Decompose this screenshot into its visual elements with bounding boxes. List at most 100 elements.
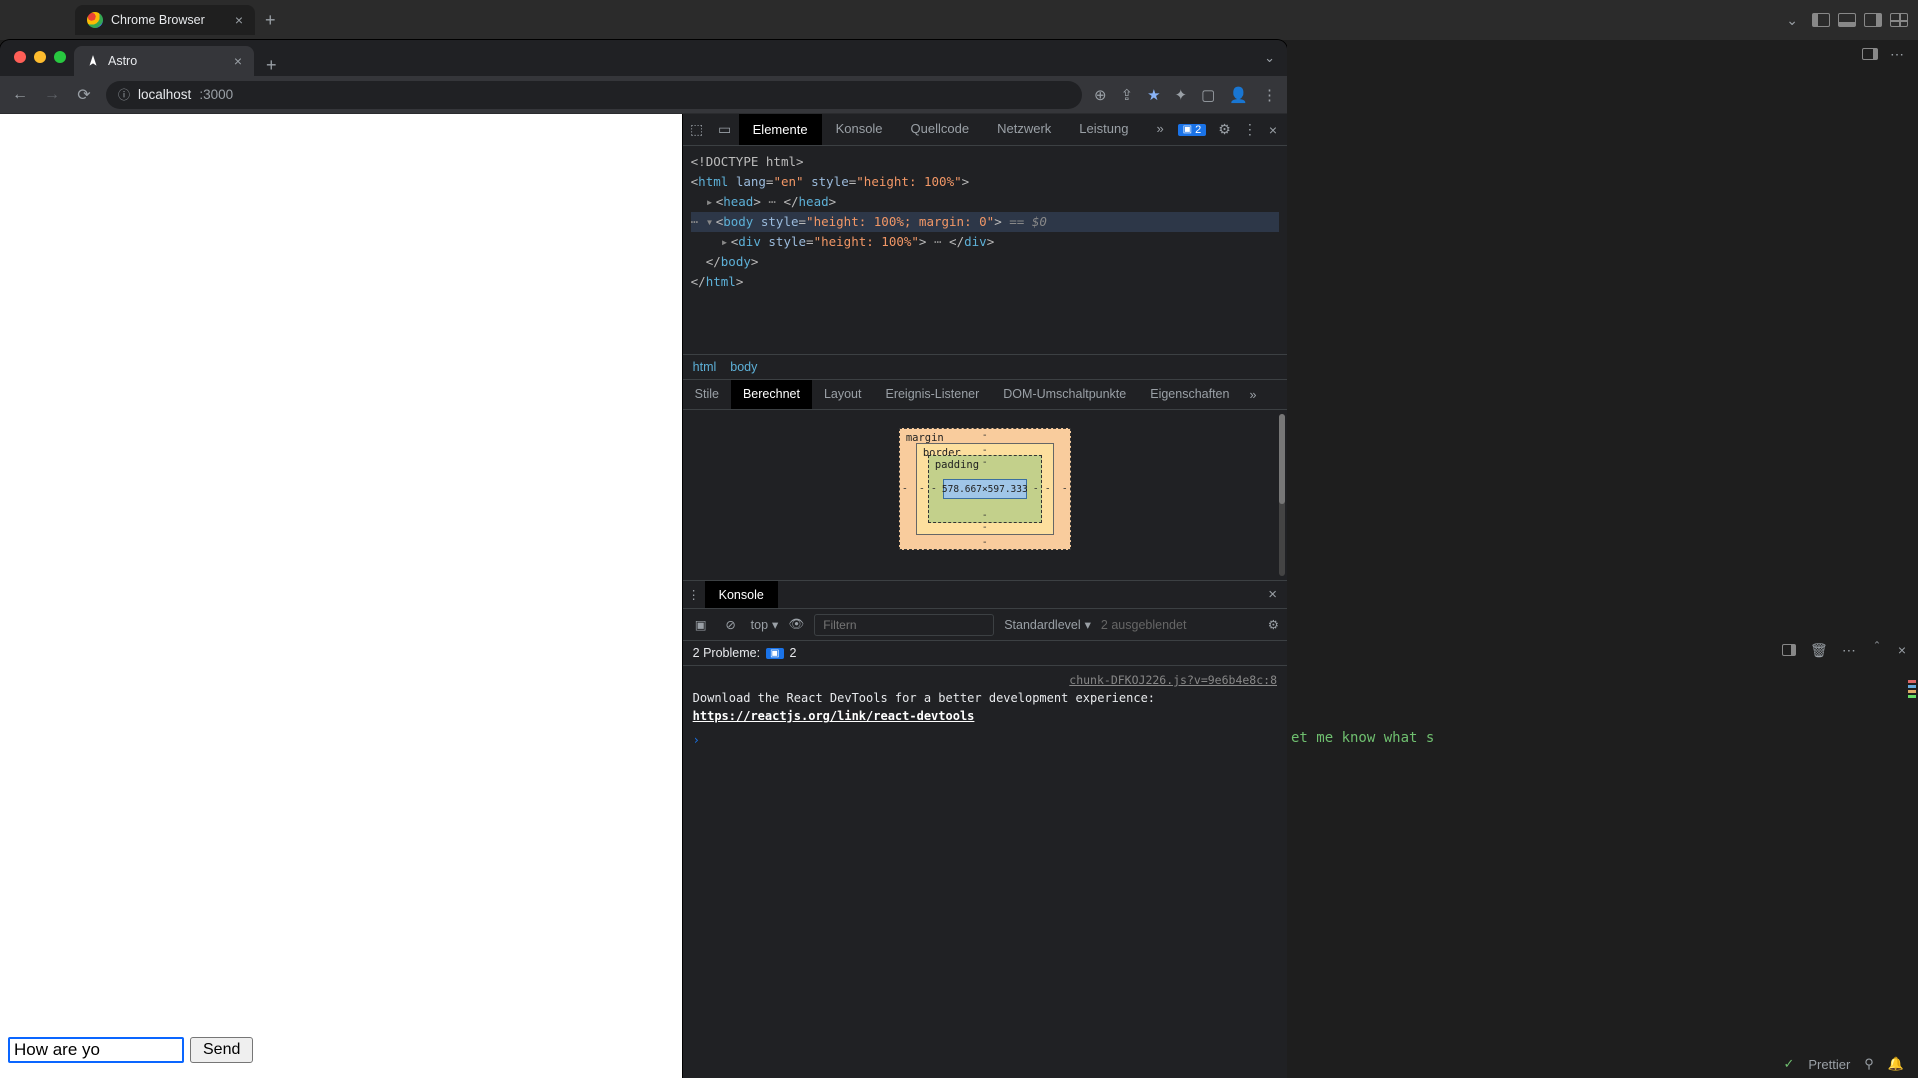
issues-badge[interactable]: 2	[1178, 124, 1207, 136]
problems-row[interactable]: 2 Probleme: ▣ 2	[683, 641, 1287, 666]
subtab-dom-breakpoints[interactable]: DOM-Umschaltpunkte	[991, 380, 1138, 409]
subtab-ereignis[interactable]: Ereignis-Listener	[873, 380, 991, 409]
tab-elemente[interactable]: Elemente	[739, 114, 822, 145]
traffic-lights	[14, 51, 66, 63]
address-bar[interactable]: ⓘ localhost :3000	[106, 81, 1082, 109]
tab-leistung[interactable]: Leistung	[1065, 114, 1142, 145]
back-button[interactable]: ←	[10, 86, 30, 104]
crumb-html[interactable]: html	[693, 360, 717, 374]
browser-toolbar: ← → ⟳ ⓘ localhost :3000 ⊕ ⇪ ★ ✦ ▢ 👤 ⋮	[0, 76, 1287, 114]
browser-tab-title: Astro	[108, 54, 137, 68]
kebab-menu-icon[interactable]: ⋮	[1262, 86, 1277, 104]
address-port: :3000	[199, 87, 233, 102]
subtabs-overflow[interactable]: »	[1241, 388, 1264, 402]
console-prompt[interactable]: ›	[693, 725, 1277, 749]
subtab-stile[interactable]: Stile	[683, 380, 731, 409]
subtab-eigenschaften[interactable]: Eigenschaften	[1138, 380, 1241, 409]
close-icon[interactable]: ×	[1258, 586, 1287, 603]
host-tab-chrome[interactable]: Chrome Browser ×	[75, 5, 255, 35]
close-icon[interactable]: ×	[1898, 642, 1906, 658]
forward-button[interactable]: →	[42, 86, 62, 104]
tab-konsole[interactable]: Konsole	[822, 114, 897, 145]
chevron-up-icon[interactable]: ＾	[1870, 640, 1884, 660]
address-host: localhost	[138, 87, 191, 102]
new-tab-button[interactable]: +	[254, 55, 289, 76]
box-model-panel: margin - - - - border - - - - padding	[683, 410, 1287, 580]
box-model-padding[interactable]: padding - - - - 578.667×597.333	[928, 455, 1042, 523]
console-drawer-header: ⋮ Konsole ×	[683, 581, 1287, 609]
tab-netzwerk[interactable]: Netzwerk	[983, 114, 1065, 145]
chevron-down-icon[interactable]: ⌄	[1786, 12, 1798, 29]
dom-tree[interactable]: <!DOCTYPE html> <html lang="en" style="h…	[683, 146, 1287, 354]
zoom-icon[interactable]: ⊕	[1094, 86, 1107, 104]
info-badge-icon: ▣	[766, 648, 783, 659]
console-filter-input[interactable]	[814, 614, 994, 636]
bookmark-icon[interactable]: ★	[1147, 86, 1160, 104]
subtab-berechnet[interactable]: Berechnet	[731, 380, 812, 409]
drawer-tab-konsole[interactable]: Konsole	[705, 581, 778, 608]
host-window-controls: ⌄	[1786, 0, 1908, 40]
status-prettier[interactable]: Prettier	[1808, 1057, 1850, 1072]
broadcast-icon[interactable]: ⚲	[1864, 1056, 1874, 1072]
site-info-icon[interactable]: ⓘ	[118, 86, 130, 103]
panel-right-icon[interactable]	[1864, 13, 1882, 27]
crumb-body[interactable]: body	[730, 360, 757, 374]
tabs-menu-button[interactable]: ⌄	[1264, 50, 1275, 66]
extensions-icon[interactable]: ✦	[1175, 86, 1188, 104]
minimap	[1908, 680, 1916, 710]
profile-icon[interactable]: 👤	[1229, 86, 1248, 104]
more-icon[interactable]: ⋯	[1890, 46, 1904, 63]
panel-left-icon[interactable]	[1812, 13, 1830, 27]
kebab-menu-icon[interactable]: ⋮	[1243, 121, 1257, 138]
console-toolbar: ▣ ⊘ top ▾ 👁 Standardlevel ▾ 2 ausgeblend…	[683, 609, 1287, 641]
split-terminal-icon[interactable]	[1782, 644, 1796, 656]
close-icon[interactable]: ×	[234, 53, 242, 69]
window-minimize-button[interactable]	[34, 51, 46, 63]
inspect-icon[interactable]: ⬚	[683, 121, 711, 138]
close-icon[interactable]: ×	[1269, 122, 1277, 138]
log-level-selector[interactable]: Standardlevel ▾	[1004, 617, 1091, 632]
send-button[interactable]: Send	[190, 1037, 253, 1063]
hidden-messages[interactable]: 2 ausgeblendet	[1101, 618, 1187, 632]
scrollbar[interactable]	[1279, 414, 1285, 576]
gear-icon[interactable]: ⚙	[1268, 617, 1279, 632]
subtab-layout[interactable]: Layout	[812, 380, 874, 409]
window-close-button[interactable]	[14, 51, 26, 63]
panel-grid-icon[interactable]	[1890, 13, 1908, 27]
box-model-content[interactable]: 578.667×597.333	[943, 479, 1027, 499]
toolbar-icons: ⊕ ⇪ ★ ✦ ▢ 👤 ⋮	[1094, 86, 1277, 104]
editor-topbar: ⋯	[1287, 40, 1918, 68]
chat-input[interactable]	[8, 1037, 184, 1063]
chat-bar: Send	[8, 1037, 253, 1063]
tab-quellcode[interactable]: Quellcode	[897, 114, 984, 145]
page-viewport: Send	[0, 114, 682, 1078]
trash-icon[interactable]: 🗑	[1810, 642, 1828, 659]
window-maximize-button[interactable]	[54, 51, 66, 63]
drawer-menu-icon[interactable]: ⋮	[683, 587, 705, 602]
device-toggle-icon[interactable]: ▭	[711, 121, 739, 138]
more-icon[interactable]: ⋯	[1842, 642, 1856, 659]
box-model-margin[interactable]: margin - - - - border - - - - padding	[899, 428, 1071, 550]
tabs-overflow[interactable]: »	[1142, 114, 1177, 145]
context-selector[interactable]: top ▾	[751, 617, 779, 632]
reload-button[interactable]: ⟳	[74, 85, 94, 105]
new-tab-button[interactable]: +	[255, 10, 286, 31]
clear-console-icon[interactable]: ⊘	[721, 617, 741, 632]
bell-icon[interactable]: 🔔	[1888, 1056, 1904, 1072]
panel-toggle-icon[interactable]	[1862, 48, 1878, 60]
dom-selected-node[interactable]: ⋯ ▾<body style="height: 100%; margin: 0"…	[691, 212, 1279, 232]
browser-tab-astro[interactable]: Astro ×	[74, 46, 254, 76]
close-icon[interactable]: ×	[235, 12, 243, 28]
console-output: chunk-DFKOJ226.js?v=9e6b4e8c:8 Download …	[683, 666, 1287, 1078]
side-panel-icon[interactable]: ▢	[1201, 86, 1215, 104]
host-tab-title: Chrome Browser	[111, 13, 205, 27]
message-source-link[interactable]: chunk-DFKOJ226.js?v=9e6b4e8c:8	[693, 672, 1277, 689]
panel-bottom-icon[interactable]	[1838, 13, 1856, 27]
sidebar-toggle-icon[interactable]: ▣	[691, 617, 711, 632]
box-model-border[interactable]: border - - - - padding - - - -	[916, 443, 1054, 535]
live-expression-icon[interactable]: 👁	[788, 617, 804, 632]
gear-icon[interactable]: ⚙	[1218, 121, 1231, 138]
react-devtools-link[interactable]: https://reactjs.org/link/react-devtools	[693, 709, 975, 723]
browser-tabbar: Astro × + ⌄	[0, 40, 1287, 76]
share-icon[interactable]: ⇪	[1121, 86, 1134, 104]
